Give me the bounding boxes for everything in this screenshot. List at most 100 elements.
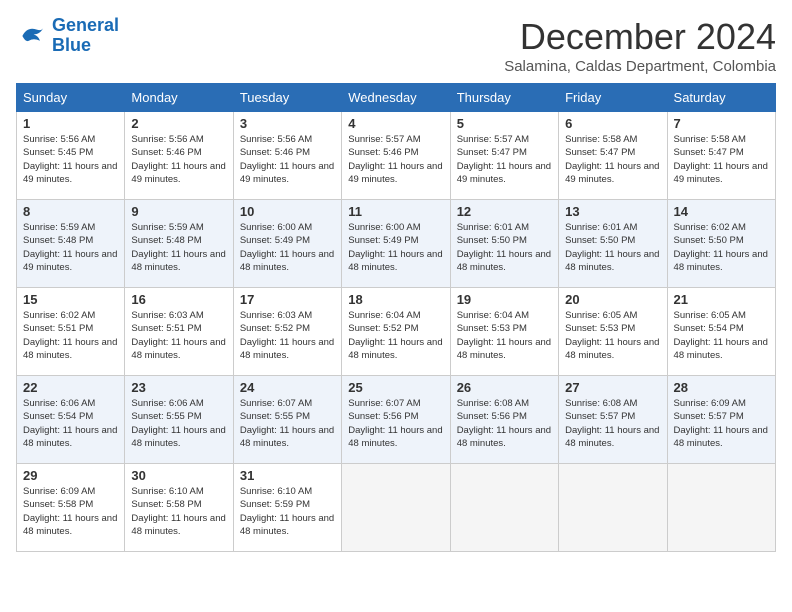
day-info: Sunrise: 6:09 AM Sunset: 5:58 PM Dayligh…: [23, 485, 118, 538]
day-info: Sunrise: 6:07 AM Sunset: 5:56 PM Dayligh…: [348, 397, 443, 450]
day-info: Sunrise: 5:56 AM Sunset: 5:45 PM Dayligh…: [23, 133, 118, 186]
day-number: 29: [23, 468, 118, 483]
calendar-week-2: 8 Sunrise: 5:59 AM Sunset: 5:48 PM Dayli…: [17, 200, 776, 288]
day-number: 6: [565, 116, 660, 131]
table-row: 29 Sunrise: 6:09 AM Sunset: 5:58 PM Dayl…: [17, 464, 125, 552]
day-info: Sunrise: 6:06 AM Sunset: 5:55 PM Dayligh…: [131, 397, 226, 450]
day-number: 15: [23, 292, 118, 307]
day-info: Sunrise: 6:08 AM Sunset: 5:57 PM Dayligh…: [565, 397, 660, 450]
day-number: 18: [348, 292, 443, 307]
table-row: 7 Sunrise: 5:58 AM Sunset: 5:47 PM Dayli…: [667, 112, 775, 200]
col-tuesday: Tuesday: [233, 84, 341, 112]
day-number: 30: [131, 468, 226, 483]
day-info: Sunrise: 5:57 AM Sunset: 5:47 PM Dayligh…: [457, 133, 552, 186]
table-row: 12 Sunrise: 6:01 AM Sunset: 5:50 PM Dayl…: [450, 200, 558, 288]
day-number: 19: [457, 292, 552, 307]
table-row: 2 Sunrise: 5:56 AM Sunset: 5:46 PM Dayli…: [125, 112, 233, 200]
logo: General Blue: [16, 16, 119, 56]
day-number: 31: [240, 468, 335, 483]
col-sunday: Sunday: [17, 84, 125, 112]
day-info: Sunrise: 5:58 AM Sunset: 5:47 PM Dayligh…: [565, 133, 660, 186]
table-row: 30 Sunrise: 6:10 AM Sunset: 5:58 PM Dayl…: [125, 464, 233, 552]
day-number: 17: [240, 292, 335, 307]
day-number: 5: [457, 116, 552, 131]
table-row: 24 Sunrise: 6:07 AM Sunset: 5:55 PM Dayl…: [233, 376, 341, 464]
table-row: 14 Sunrise: 6:02 AM Sunset: 5:50 PM Dayl…: [667, 200, 775, 288]
day-info: Sunrise: 6:01 AM Sunset: 5:50 PM Dayligh…: [457, 221, 552, 274]
day-number: 2: [131, 116, 226, 131]
day-info: Sunrise: 6:00 AM Sunset: 5:49 PM Dayligh…: [348, 221, 443, 274]
day-number: 27: [565, 380, 660, 395]
day-info: Sunrise: 6:10 AM Sunset: 5:59 PM Dayligh…: [240, 485, 335, 538]
header: General Blue December 2024 Salamina, Cal…: [16, 16, 776, 75]
day-number: 4: [348, 116, 443, 131]
table-row: 26 Sunrise: 6:08 AM Sunset: 5:56 PM Dayl…: [450, 376, 558, 464]
day-info: Sunrise: 5:59 AM Sunset: 5:48 PM Dayligh…: [23, 221, 118, 274]
day-number: 14: [674, 204, 769, 219]
col-friday: Friday: [559, 84, 667, 112]
day-number: 16: [131, 292, 226, 307]
day-number: 28: [674, 380, 769, 395]
table-row: 11 Sunrise: 6:00 AM Sunset: 5:49 PM Dayl…: [342, 200, 450, 288]
table-row: 31 Sunrise: 6:10 AM Sunset: 5:59 PM Dayl…: [233, 464, 341, 552]
table-row: 17 Sunrise: 6:03 AM Sunset: 5:52 PM Dayl…: [233, 288, 341, 376]
calendar-week-5: 29 Sunrise: 6:09 AM Sunset: 5:58 PM Dayl…: [17, 464, 776, 552]
day-info: Sunrise: 6:10 AM Sunset: 5:58 PM Dayligh…: [131, 485, 226, 538]
table-row: 22 Sunrise: 6:06 AM Sunset: 5:54 PM Dayl…: [17, 376, 125, 464]
col-wednesday: Wednesday: [342, 84, 450, 112]
month-title: December 2024: [504, 16, 776, 58]
day-number: 25: [348, 380, 443, 395]
day-number: 3: [240, 116, 335, 131]
table-row: 19 Sunrise: 6:04 AM Sunset: 5:53 PM Dayl…: [450, 288, 558, 376]
day-number: 1: [23, 116, 118, 131]
logo-text: General Blue: [52, 16, 119, 56]
day-number: 8: [23, 204, 118, 219]
day-number: 20: [565, 292, 660, 307]
table-row: 10 Sunrise: 6:00 AM Sunset: 5:49 PM Dayl…: [233, 200, 341, 288]
table-row: 16 Sunrise: 6:03 AM Sunset: 5:51 PM Dayl…: [125, 288, 233, 376]
day-info: Sunrise: 6:04 AM Sunset: 5:52 PM Dayligh…: [348, 309, 443, 362]
day-number: 26: [457, 380, 552, 395]
day-info: Sunrise: 5:56 AM Sunset: 5:46 PM Dayligh…: [240, 133, 335, 186]
table-row: 13 Sunrise: 6:01 AM Sunset: 5:50 PM Dayl…: [559, 200, 667, 288]
table-row: 27 Sunrise: 6:08 AM Sunset: 5:57 PM Dayl…: [559, 376, 667, 464]
table-row: 20 Sunrise: 6:05 AM Sunset: 5:53 PM Dayl…: [559, 288, 667, 376]
calendar-week-4: 22 Sunrise: 6:06 AM Sunset: 5:54 PM Dayl…: [17, 376, 776, 464]
col-thursday: Thursday: [450, 84, 558, 112]
day-info: Sunrise: 6:05 AM Sunset: 5:54 PM Dayligh…: [674, 309, 769, 362]
day-info: Sunrise: 6:05 AM Sunset: 5:53 PM Dayligh…: [565, 309, 660, 362]
day-info: Sunrise: 5:57 AM Sunset: 5:46 PM Dayligh…: [348, 133, 443, 186]
day-info: Sunrise: 6:02 AM Sunset: 5:51 PM Dayligh…: [23, 309, 118, 362]
calendar-week-3: 15 Sunrise: 6:02 AM Sunset: 5:51 PM Dayl…: [17, 288, 776, 376]
title-section: December 2024 Salamina, Caldas Departmen…: [504, 16, 776, 75]
day-info: Sunrise: 5:56 AM Sunset: 5:46 PM Dayligh…: [131, 133, 226, 186]
table-row: [450, 464, 558, 552]
table-row: 5 Sunrise: 5:57 AM Sunset: 5:47 PM Dayli…: [450, 112, 558, 200]
day-info: Sunrise: 6:00 AM Sunset: 5:49 PM Dayligh…: [240, 221, 335, 274]
day-number: 23: [131, 380, 226, 395]
table-row: [342, 464, 450, 552]
day-info: Sunrise: 6:01 AM Sunset: 5:50 PM Dayligh…: [565, 221, 660, 274]
day-number: 11: [348, 204, 443, 219]
day-info: Sunrise: 6:02 AM Sunset: 5:50 PM Dayligh…: [674, 221, 769, 274]
day-info: Sunrise: 6:04 AM Sunset: 5:53 PM Dayligh…: [457, 309, 552, 362]
day-info: Sunrise: 5:58 AM Sunset: 5:47 PM Dayligh…: [674, 133, 769, 186]
table-row: 6 Sunrise: 5:58 AM Sunset: 5:47 PM Dayli…: [559, 112, 667, 200]
table-row: 9 Sunrise: 5:59 AM Sunset: 5:48 PM Dayli…: [125, 200, 233, 288]
day-number: 13: [565, 204, 660, 219]
day-info: Sunrise: 6:06 AM Sunset: 5:54 PM Dayligh…: [23, 397, 118, 450]
table-row: 4 Sunrise: 5:57 AM Sunset: 5:46 PM Dayli…: [342, 112, 450, 200]
table-row: 15 Sunrise: 6:02 AM Sunset: 5:51 PM Dayl…: [17, 288, 125, 376]
day-info: Sunrise: 6:08 AM Sunset: 5:56 PM Dayligh…: [457, 397, 552, 450]
table-row: 1 Sunrise: 5:56 AM Sunset: 5:45 PM Dayli…: [17, 112, 125, 200]
table-row: 23 Sunrise: 6:06 AM Sunset: 5:55 PM Dayl…: [125, 376, 233, 464]
day-info: Sunrise: 6:09 AM Sunset: 5:57 PM Dayligh…: [674, 397, 769, 450]
day-info: Sunrise: 6:03 AM Sunset: 5:51 PM Dayligh…: [131, 309, 226, 362]
day-number: 10: [240, 204, 335, 219]
day-number: 21: [674, 292, 769, 307]
table-row: [667, 464, 775, 552]
col-saturday: Saturday: [667, 84, 775, 112]
day-number: 24: [240, 380, 335, 395]
logo-icon: [16, 20, 48, 52]
table-row: [559, 464, 667, 552]
